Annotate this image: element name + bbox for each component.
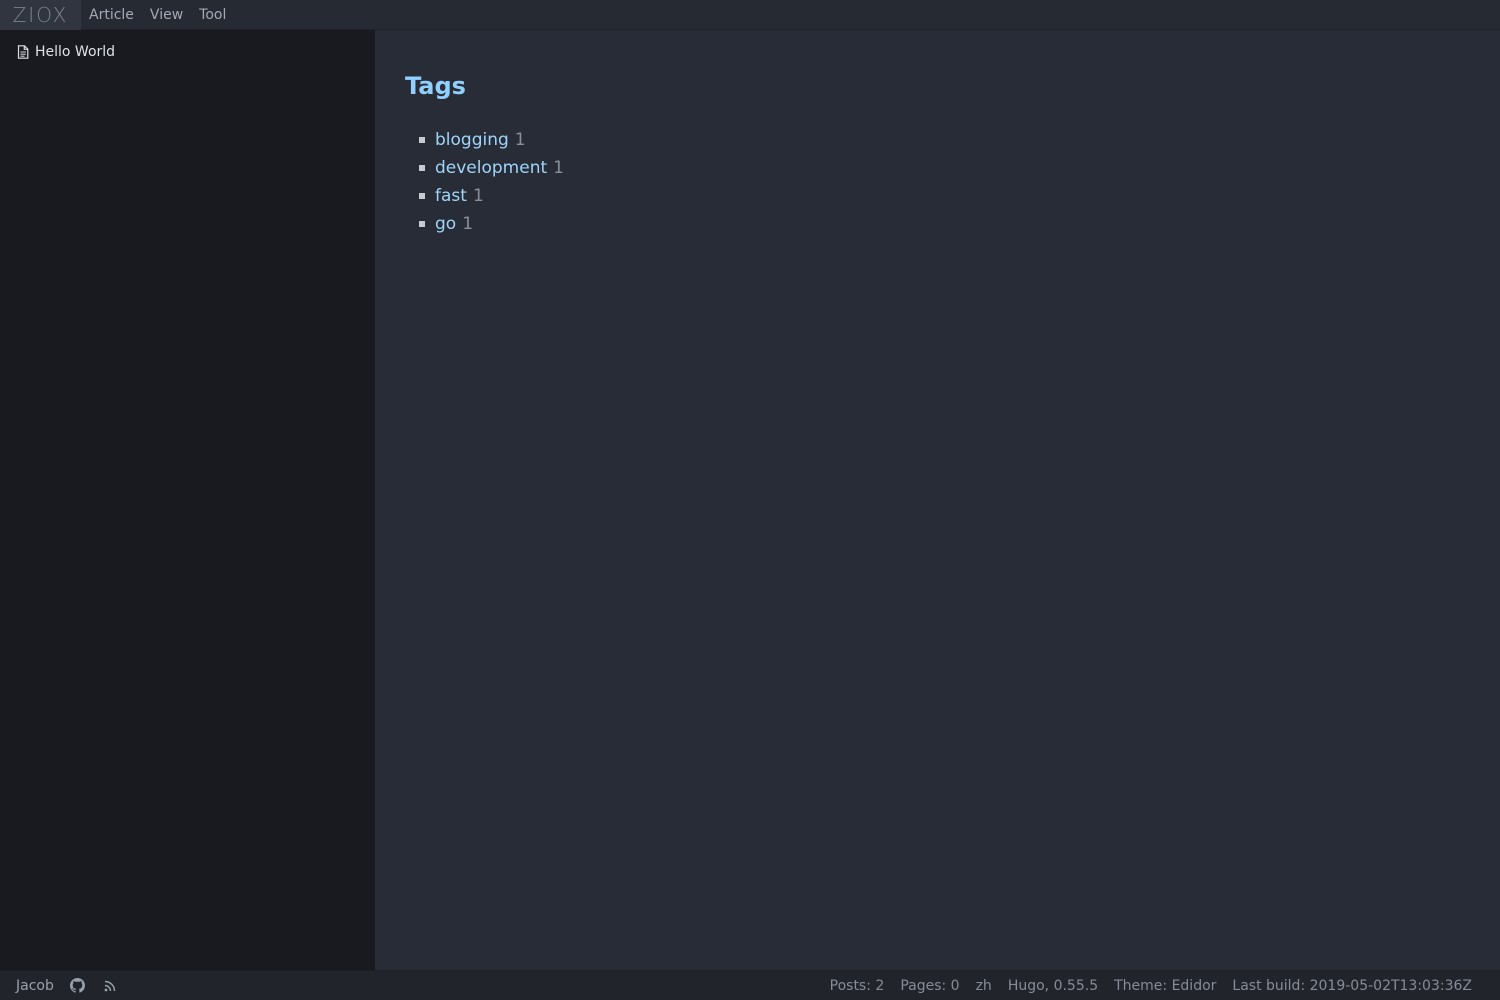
tag-list: blogging 1 development 1 fast 1 go 1 — [405, 126, 564, 238]
tag-link-blogging[interactable]: blogging — [435, 130, 509, 150]
menu-article[interactable]: Article — [81, 0, 142, 30]
tag-link-development[interactable]: development — [435, 158, 547, 178]
tag-item: go 1 — [405, 210, 564, 238]
bullet-icon — [419, 165, 425, 171]
last-build: Last build: 2019-05-02T13:03:36Z — [1232, 977, 1472, 994]
bullet-icon — [419, 193, 425, 199]
tag-item: fast 1 — [405, 182, 564, 210]
page-title: Tags — [405, 72, 466, 100]
menu-tool[interactable]: Tool — [191, 0, 234, 30]
language-indicator: zh — [975, 977, 992, 994]
posts-count: Posts: 2 — [829, 977, 885, 994]
status-right: Posts: 2 Pages: 0 zh Hugo, 0.55.5 Theme:… — [814, 978, 1500, 994]
tag-link-go[interactable]: go — [435, 214, 456, 234]
sidebar: Hello World — [0, 30, 375, 970]
status-left: Jacob — [0, 978, 134, 994]
tag-count: 1 — [462, 214, 474, 234]
bullet-icon — [419, 137, 425, 143]
theme-name: Theme: Edidor — [1114, 977, 1217, 994]
tag-count: 1 — [472, 186, 484, 206]
sidebar-file-label: Hello World — [35, 44, 116, 60]
tag-count: 1 — [553, 158, 564, 178]
pages-count: Pages: 0 — [900, 977, 960, 994]
rss-icon[interactable] — [102, 978, 118, 994]
app-logo[interactable]: ZIOX — [0, 0, 81, 30]
github-icon[interactable] — [70, 978, 86, 994]
tag-count: 1 — [514, 130, 526, 150]
status-bar: Jacob Posts: 2 Pages: 0 zh Hugo, 0.55.5 … — [0, 970, 1500, 1000]
hugo-version: Hugo, 0.55.5 — [1007, 977, 1099, 994]
main-content: Tags blogging 1 development 1 fast 1 go … — [375, 30, 1500, 970]
menu-view[interactable]: View — [142, 0, 191, 30]
tag-item: blogging 1 — [405, 126, 564, 154]
tag-item: development 1 — [405, 154, 564, 182]
top-menubar: ZIOX Article View Tool — [0, 0, 1500, 30]
bullet-icon — [419, 221, 425, 227]
author-link[interactable]: Jacob — [16, 978, 54, 994]
sidebar-file-hello-world[interactable]: Hello World — [17, 44, 115, 60]
file-icon — [17, 45, 29, 59]
tag-link-fast[interactable]: fast — [435, 186, 467, 206]
